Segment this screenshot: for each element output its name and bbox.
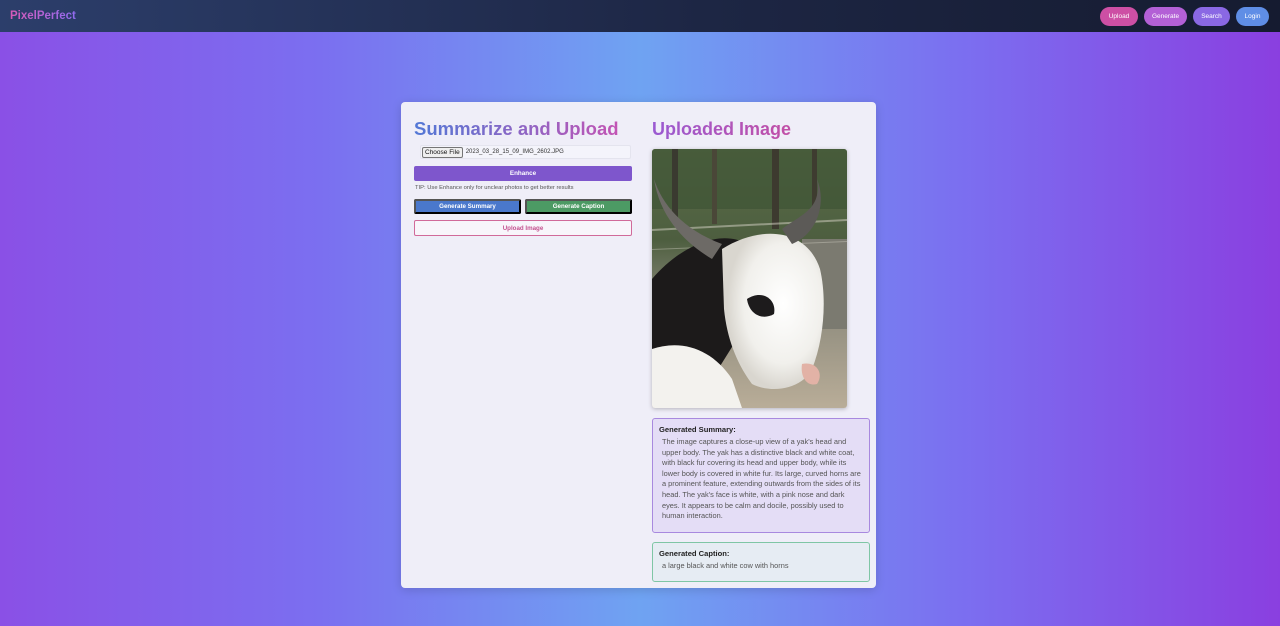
generate-summary-button[interactable]: Generate Summary	[414, 199, 521, 214]
choose-file-button[interactable]: Choose File	[422, 146, 463, 158]
generated-summary-box: Generated Summary: The image captures a …	[652, 418, 870, 533]
summary-heading: Generated Summary:	[659, 425, 736, 434]
main-card: Summarize and Upload Choose File 2023_03…	[401, 102, 876, 588]
caption-heading: Generated Caption:	[659, 549, 730, 558]
navbar: PixelPerfect Upload Generate Search Logi…	[0, 0, 1280, 32]
summarize-upload-title: Summarize and Upload	[414, 118, 619, 139]
generate-caption-button[interactable]: Generate Caption	[525, 199, 632, 214]
brand-logo[interactable]: PixelPerfect	[10, 10, 76, 22]
generated-caption-box: Generated Caption: a large black and whi…	[652, 542, 870, 582]
nav-generate-button[interactable]: Generate	[1144, 6, 1187, 26]
caption-text: a large black and white cow with horns	[662, 561, 789, 570]
nav-login-button[interactable]: Login	[1236, 6, 1269, 26]
summary-text: The image captures a close-up view of a …	[662, 437, 861, 521]
enhance-button[interactable]: Enhance	[414, 166, 632, 181]
upload-image-button[interactable]: Upload Image	[414, 220, 632, 236]
nav-upload-button[interactable]: Upload	[1100, 6, 1138, 26]
selected-file-name: 2023_03_28_15_09_IMG_2602.JPG	[465, 149, 564, 155]
uploaded-yak-photo	[652, 149, 847, 408]
uploaded-image-title: Uploaded Image	[652, 119, 792, 139]
nav-buttons: Upload Generate Search Login	[1100, 6, 1269, 26]
nav-search-button[interactable]: Search	[1193, 6, 1230, 26]
file-input[interactable]: Choose File 2023_03_28_15_09_IMG_2602.JP…	[420, 145, 631, 159]
enhance-tip: TIP: Use Enhance only for unclear photos…	[415, 185, 574, 191]
